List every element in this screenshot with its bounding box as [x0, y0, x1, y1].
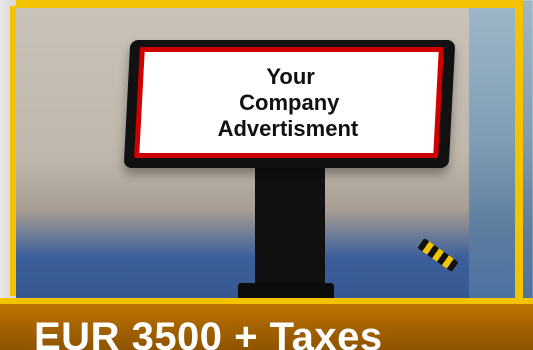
advertisement-text: Your Company Advertisment — [217, 64, 362, 142]
price-text: EUR 3500 + Taxes — [34, 315, 383, 350]
advert-line-3: Advertisment — [217, 115, 358, 141]
gold-border-top — [16, 0, 523, 8]
image-frame: Your Company Advertisment EUR 3500 + Tax… — [0, 0, 533, 350]
advert-line-1: Your — [266, 63, 315, 89]
advert-line-2: Company — [238, 89, 340, 115]
advertisement-card: Your Company Advertisment — [134, 47, 444, 158]
gold-border-left — [10, 6, 16, 296]
